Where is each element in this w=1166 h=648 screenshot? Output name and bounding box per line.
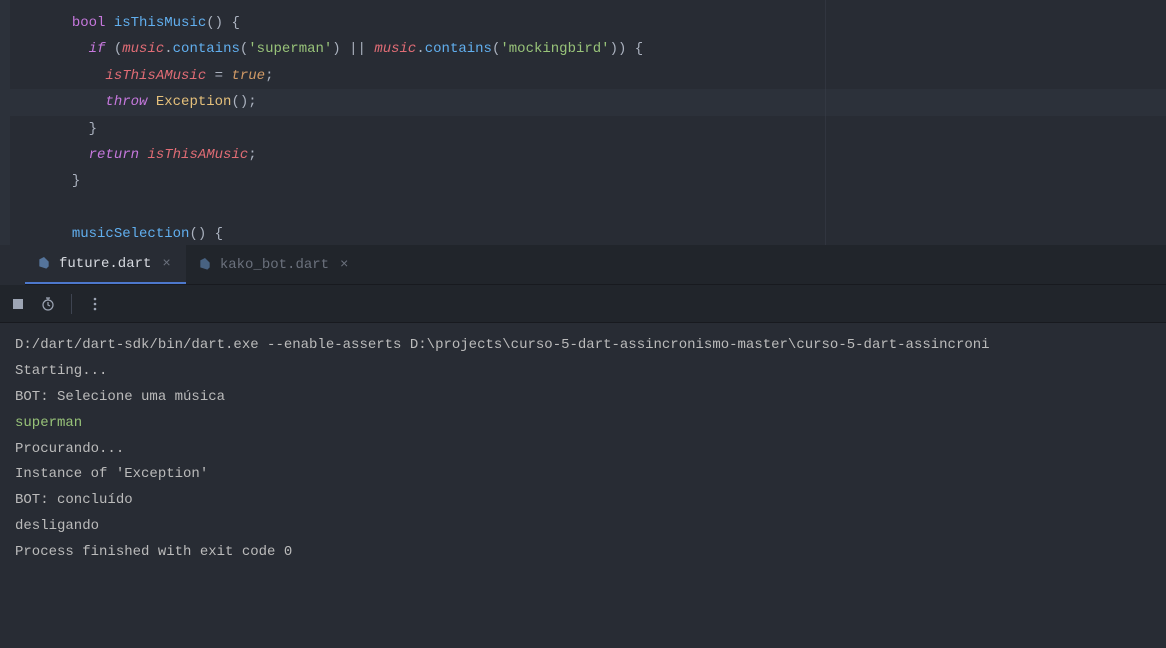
stop-button[interactable]: [5, 291, 31, 317]
console-command: D:/dart/dart-sdk/bin/dart.exe --enable-a…: [15, 333, 1151, 359]
console-line: Instance of 'Exception': [15, 462, 1151, 488]
code-line[interactable]: musicSelection() {: [0, 221, 1166, 245]
code-line[interactable]: return isThisAMusic;: [0, 142, 1166, 168]
margin-guide: [825, 0, 826, 245]
code-line[interactable]: isThisAMusic = true;: [0, 63, 1166, 89]
dart-file-icon: [198, 258, 212, 272]
close-icon[interactable]: ×: [337, 257, 351, 273]
code-line-current[interactable]: throw Exception();: [0, 89, 1166, 115]
console-output[interactable]: D:/dart/dart-sdk/bin/dart.exe --enable-a…: [0, 323, 1166, 648]
code-line[interactable]: }: [0, 168, 1166, 194]
code-line[interactable]: if (music.contains('superman') || music.…: [0, 36, 1166, 62]
code-line[interactable]: }: [0, 116, 1166, 142]
tab-label: kako_bot.dart: [220, 257, 329, 273]
code-line[interactable]: bool isThisMusic() {: [0, 10, 1166, 36]
tab-kako-bot-dart[interactable]: kako_bot.dart ×: [186, 245, 364, 284]
timer-icon[interactable]: [35, 291, 61, 317]
console-toolbar: [0, 285, 1166, 323]
console-user-input: superman: [15, 411, 1151, 437]
terminal-tab-bar: future.dart × kako_bot.dart ×: [25, 245, 1166, 285]
console-line: Starting...: [15, 359, 1151, 385]
console-line: Procurando...: [15, 437, 1151, 463]
dart-file-icon: [37, 257, 51, 271]
close-icon[interactable]: ×: [159, 256, 173, 272]
more-options-icon[interactable]: [82, 291, 108, 317]
console-line: BOT: concluído: [15, 488, 1151, 514]
code-editor[interactable]: bool isThisMusic() { if (music.contains(…: [0, 0, 1166, 245]
editor-gutter: [0, 0, 10, 245]
tab-future-dart[interactable]: future.dart ×: [25, 245, 186, 284]
code-line[interactable]: [0, 195, 1166, 221]
toolbar-separator: [71, 294, 72, 314]
console-line: BOT: Selecione uma música: [15, 385, 1151, 411]
console-line: desligando: [15, 514, 1151, 540]
tab-label: future.dart: [59, 256, 151, 272]
console-exit-code: Process finished with exit code 0: [15, 540, 1151, 566]
